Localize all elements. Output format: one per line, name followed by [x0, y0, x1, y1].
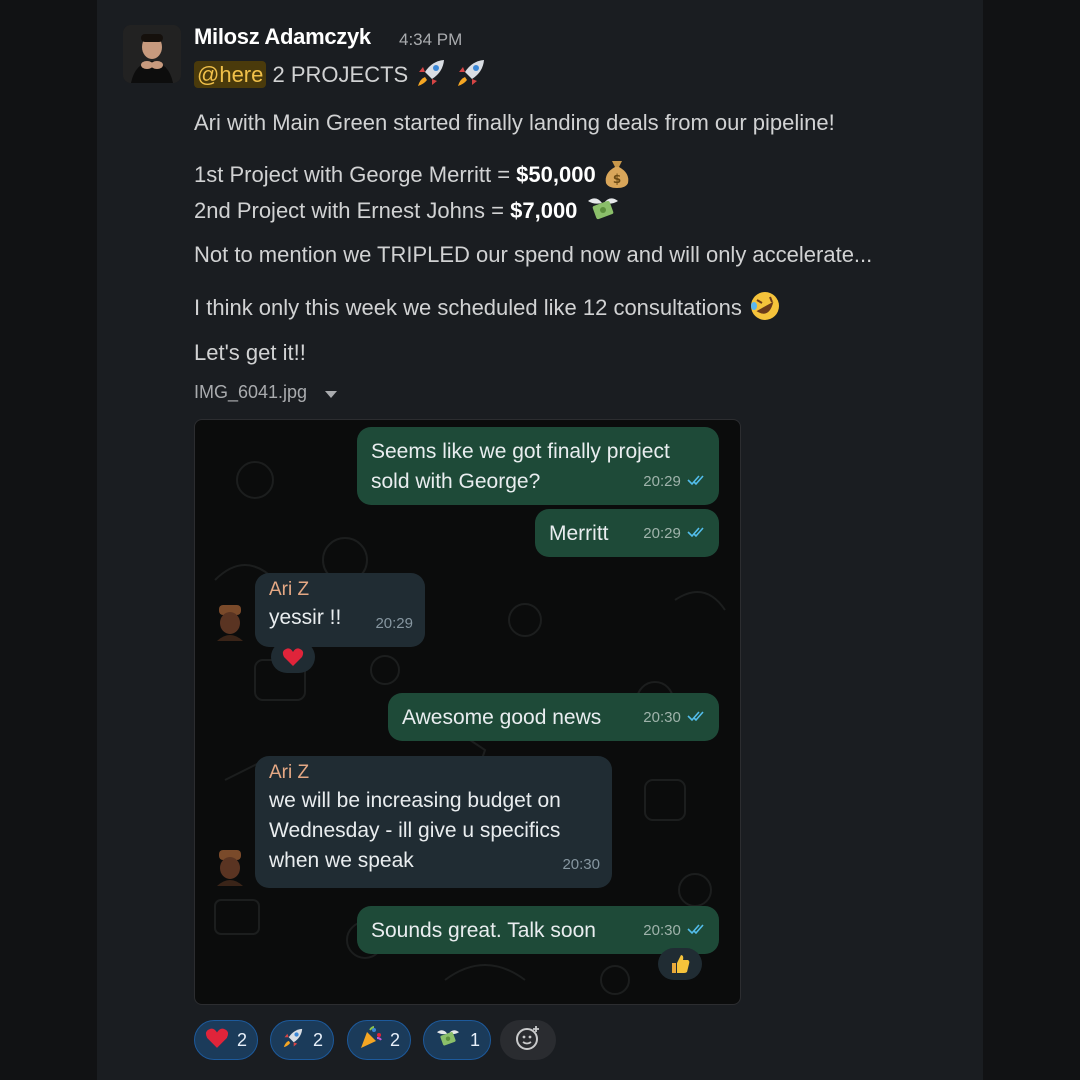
heart-reaction-icon — [271, 641, 315, 673]
message-line-1: Ari with Main Green started finally land… — [194, 110, 835, 135]
chat-time: 20:30 — [643, 703, 707, 733]
chat-text: Wednesday - ill give u specifics — [269, 819, 561, 842]
project-2-amount: $7,000 — [510, 197, 578, 223]
reaction-heart[interactable]: 2 — [194, 1020, 259, 1060]
rocket-icon — [454, 57, 488, 95]
headline-text: 2 PROJECTS — [272, 61, 409, 87]
caret-down-icon[interactable] — [324, 383, 338, 404]
reaction-count: 2 — [237, 1029, 248, 1050]
chat-text: Seems like we got finally project — [371, 440, 670, 463]
reaction-count: 2 — [313, 1029, 324, 1050]
add-reaction-icon — [514, 1024, 542, 1057]
rocket-icon — [281, 1026, 305, 1055]
money-with-wings-icon — [434, 1026, 462, 1055]
message-line-4-text: I think only this week we scheduled like… — [194, 294, 742, 320]
chat-time: 20:29 — [643, 519, 707, 549]
double-check-icon — [687, 916, 707, 946]
message-line-4: I think only this week we scheduled like… — [194, 290, 782, 328]
thumbs-up-reaction-icon — [658, 948, 702, 980]
heart-icon — [205, 1027, 229, 1054]
message-headline: @here 2 PROJECTS — [194, 57, 488, 95]
here-mention[interactable]: @here — [194, 60, 267, 88]
chat-time: 20:29 — [375, 615, 413, 632]
project-1-text: 1st Project with George Merritt = — [194, 161, 517, 187]
project-2-line: 2nd Project with Ernest Johns = $7,000 — [194, 193, 622, 231]
chat-sender: Ari Z — [269, 762, 310, 783]
chat-text: we will be increasing budget on — [269, 789, 561, 812]
double-check-icon — [687, 703, 707, 733]
message-timestamp[interactable]: 4:34 PM — [399, 30, 462, 50]
money-bag-icon: $ — [602, 157, 632, 195]
chat-time: 20:30 — [643, 916, 707, 946]
double-check-icon — [687, 519, 707, 549]
project-2-text: 2nd Project with Ernest Johns = — [194, 197, 511, 223]
attachment-name[interactable]: IMG_6041.jpg — [194, 382, 338, 404]
rolling-laughing-icon — [748, 290, 782, 328]
attachment-filename: IMG_6041.jpg — [194, 382, 308, 402]
message-line-5: Let's get it!! — [194, 340, 306, 365]
rocket-icon — [414, 57, 448, 95]
add-reaction-button[interactable] — [500, 1020, 556, 1060]
chat-message-outgoing: Merritt 20:29 — [535, 509, 719, 557]
chat-time: 20:30 — [562, 856, 600, 873]
message-line-3: Not to mention we TRIPLED our spend now … — [194, 242, 873, 267]
chat-sender: Ari Z — [269, 579, 310, 600]
reaction-count: 1 — [470, 1029, 481, 1050]
reaction-rocket[interactable]: 2 — [270, 1020, 335, 1060]
reaction-money-with-wings[interactable]: 1 — [423, 1020, 492, 1060]
author-avatar[interactable] — [123, 25, 181, 83]
sender-avatar — [213, 603, 247, 641]
chat-time: 20:29 — [643, 467, 707, 497]
author-name[interactable]: Milosz Adamczyk — [194, 24, 371, 50]
chat-message-outgoing: Sounds great. Talk soon 20:30 — [357, 906, 719, 954]
chat-message-incoming: Ari Z yessir !! 20:29 — [255, 573, 425, 647]
reaction-party-popper[interactable]: 2 — [347, 1020, 412, 1060]
party-popper-icon — [358, 1025, 382, 1055]
svg-text:$: $ — [613, 172, 621, 186]
chat-message-incoming: Ari Z we will be increasing budget on We… — [255, 756, 612, 888]
project-1-line: 1st Project with George Merritt = $50,00… — [194, 157, 632, 195]
project-1-amount: $50,000 — [516, 161, 596, 187]
money-with-wings-icon — [584, 193, 622, 231]
double-check-icon — [687, 467, 707, 497]
sender-avatar — [213, 848, 247, 886]
reaction-count: 2 — [390, 1029, 401, 1050]
attached-image[interactable]: Seems like we got finally project sold w… — [194, 419, 741, 1005]
chat-text: when we speak — [269, 849, 414, 872]
chat-message-outgoing: Awesome good news 20:30 — [388, 693, 719, 741]
chat-message-outgoing: Seems like we got finally project sold w… — [357, 427, 719, 505]
